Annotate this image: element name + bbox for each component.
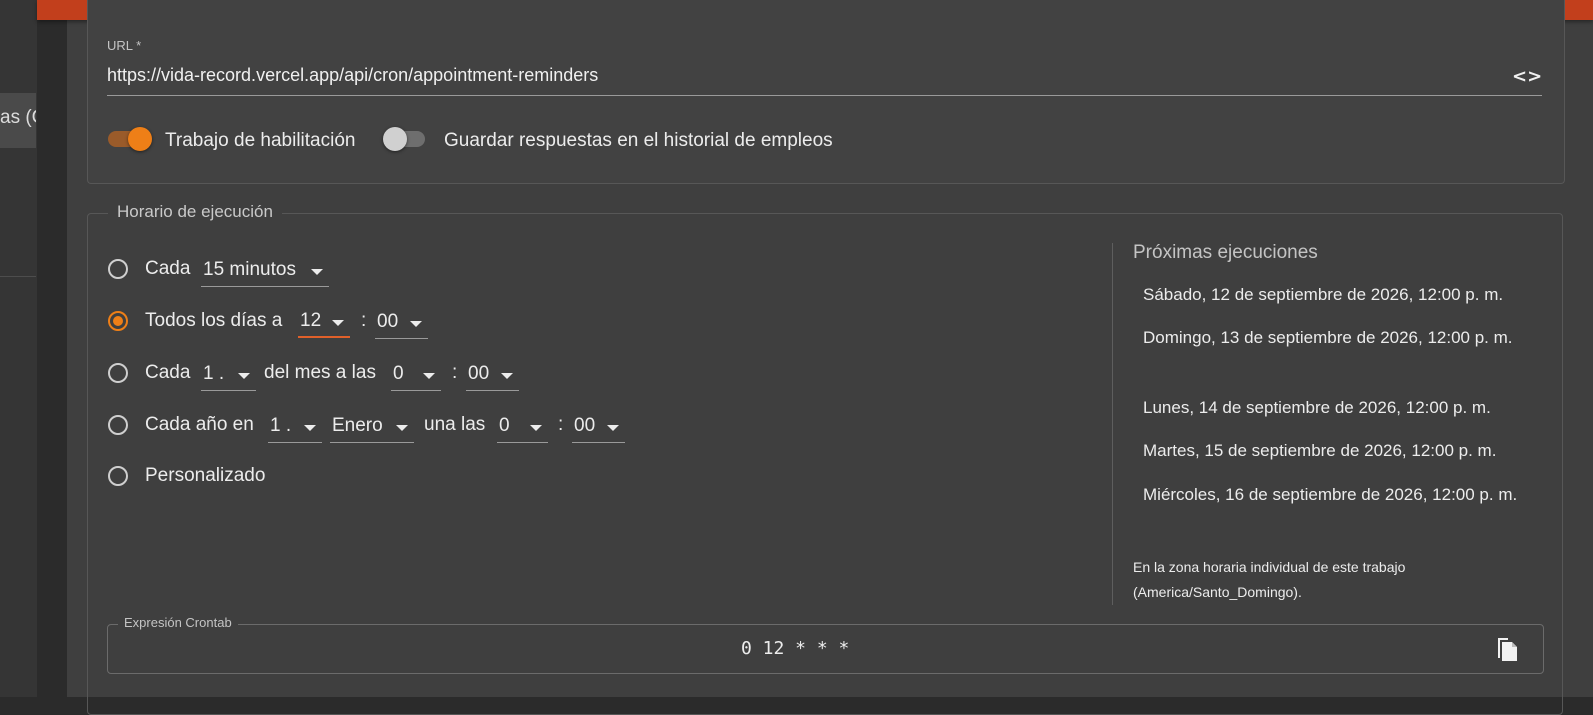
monthly-minute-value: 00	[468, 363, 490, 384]
monthly-hour-select[interactable]: 0	[391, 357, 441, 391]
yearly-hour-value: 0	[499, 415, 510, 436]
monthly-day-select[interactable]: 1 .	[201, 357, 256, 391]
yearly-hour-select[interactable]: 0	[497, 409, 548, 443]
url-label: URL *	[107, 38, 142, 53]
crontab-value[interactable]: 0 12 * * *	[741, 638, 849, 659]
radio-monthly[interactable]	[108, 363, 128, 383]
yearly-minute-value: 00	[574, 415, 596, 436]
yearly-middle-label: una las	[424, 414, 486, 435]
next-run-item: Miércoles, 16 de septiembre de 2026, 12:…	[1143, 485, 1518, 504]
toggle-thumb	[128, 127, 152, 151]
copy-icon[interactable]	[1494, 634, 1520, 664]
chevron-down-icon	[304, 425, 316, 431]
sidebar-item-label: as (C	[0, 107, 36, 128]
url-input-underline	[107, 95, 1542, 96]
daily-hour-value: 12	[300, 310, 322, 331]
every-label: Cada	[145, 258, 191, 279]
yearly-day-value: 1 .	[270, 415, 292, 436]
yearly-label: Cada año en	[145, 414, 254, 435]
save-responses-label[interactable]: Guardar respuestas en el historial de em…	[444, 130, 833, 152]
daily-minute-select[interactable]: 00	[375, 305, 428, 339]
every-interval-value: 15 minutos	[203, 259, 296, 280]
yearly-day-select[interactable]: 1 .	[268, 409, 322, 443]
time-separator: :	[558, 414, 564, 435]
daily-minute-value: 00	[377, 311, 399, 332]
daily-label: Todos los días a	[145, 310, 283, 331]
toggle-thumb	[383, 127, 407, 151]
crontab-label: Expresión Crontab	[118, 615, 238, 630]
monthly-day-value: 1 .	[203, 363, 225, 384]
chevron-down-icon	[238, 373, 250, 379]
yearly-minute-select[interactable]: 00	[572, 409, 625, 443]
yearly-month-select[interactable]: Enero	[330, 409, 414, 443]
panel-divider	[1112, 243, 1113, 605]
next-run-item: Lunes, 14 de septiembre de 2026, 12:00 p…	[1143, 398, 1491, 417]
next-runs-title: Próximas ejecuciones	[1133, 242, 1318, 263]
yearly-month-value: Enero	[332, 415, 383, 436]
radio-daily[interactable]	[108, 311, 128, 331]
code-icon[interactable]: <>	[1512, 66, 1542, 87]
custom-label: Personalizado	[145, 465, 266, 486]
monthly-hour-value: 0	[393, 363, 404, 384]
next-run-item: Martes, 15 de septiembre de 2026, 12:00 …	[1143, 441, 1497, 460]
chevron-down-icon	[311, 269, 323, 275]
sidebar-divider	[0, 276, 36, 277]
time-separator: :	[361, 310, 367, 331]
chevron-down-icon	[396, 425, 408, 431]
timezone-note: En la zona horaria individual de este tr…	[1133, 559, 1406, 600]
radio-custom[interactable]	[108, 466, 128, 486]
radio-yearly[interactable]	[108, 415, 128, 435]
url-input[interactable]: https://vida-record.vercel.app/api/cron/…	[107, 65, 598, 86]
chevron-down-icon	[410, 321, 422, 327]
monthly-label: Cada	[145, 362, 191, 383]
chevron-down-icon	[332, 320, 344, 326]
next-run-item: Domingo, 13 de septiembre de 2026, 12:00…	[1143, 328, 1513, 347]
every-interval-select[interactable]: 15 minutos	[201, 253, 329, 287]
schedule-legend: Horario de ejecución	[108, 202, 282, 222]
sidebar-item[interactable]: as (C	[0, 93, 36, 148]
radio-every[interactable]	[108, 259, 128, 279]
monthly-minute-select[interactable]: 00	[466, 357, 519, 391]
chevron-down-icon	[501, 373, 513, 379]
chevron-down-icon	[530, 425, 542, 431]
monthly-middle-label: del mes a las	[264, 362, 376, 383]
chevron-down-icon	[607, 425, 619, 431]
job-settings-card	[87, 0, 1565, 184]
daily-hour-select[interactable]: 12	[298, 304, 350, 338]
enable-job-label[interactable]: Trabajo de habilitación	[165, 130, 355, 152]
next-run-item: Sábado, 12 de septiembre de 2026, 12:00 …	[1143, 285, 1504, 304]
chevron-down-icon	[423, 373, 435, 379]
time-separator: :	[452, 362, 458, 383]
